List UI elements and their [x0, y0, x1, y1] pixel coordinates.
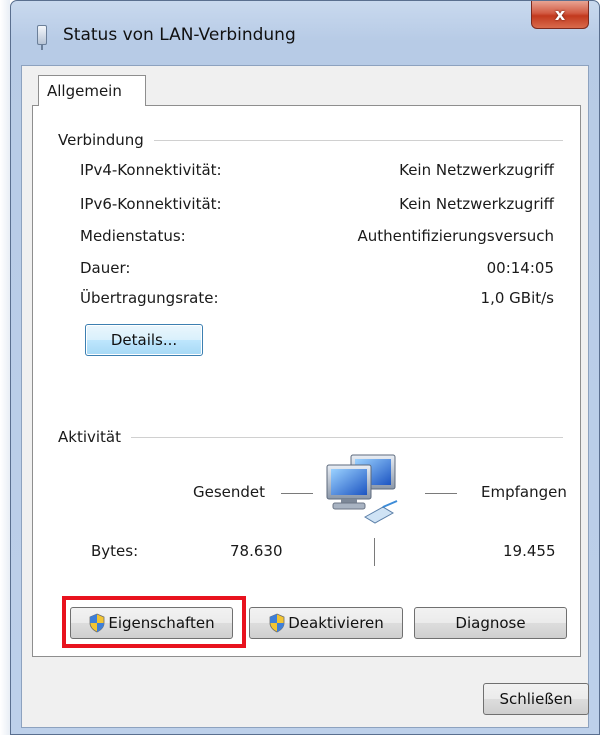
disable-button-label: Deaktivieren	[288, 614, 384, 632]
bytes-received-value: 19.455	[503, 542, 556, 560]
close-window-button[interactable]: x	[531, 1, 589, 29]
tab-allgemein[interactable]: Allgemein	[38, 75, 146, 106]
close-button[interactable]: Schließen	[483, 683, 589, 715]
speed-value: 1,0 GBit/s	[480, 289, 554, 307]
disable-button[interactable]: Deaktivieren	[249, 607, 403, 639]
properties-button[interactable]: Eigenschaften	[70, 607, 233, 639]
media-status-value: Authentifizierungsversuch	[357, 227, 554, 245]
bytes-divider	[374, 538, 375, 566]
diagnose-button[interactable]: Diagnose	[414, 607, 567, 639]
window-title: Status von LAN-Verbindung	[63, 25, 296, 45]
ipv6-label: IPv6-Konnektivität:	[80, 195, 222, 213]
sent-connector-line	[281, 493, 313, 494]
ipv4-label: IPv4-Konnektivität:	[80, 161, 222, 179]
dialog-window: Status von LAN-Verbindung x Allgemein Ve…	[10, 0, 600, 735]
bytes-sent-value: 78.630	[230, 542, 283, 560]
tab-panel-allgemein: Verbindung IPv4-Konnektivität: Kein Netz…	[32, 105, 581, 657]
title-bar[interactable]: Status von LAN-Verbindung x	[11, 1, 599, 71]
duration-value: 00:14:05	[486, 259, 554, 277]
group-title-aktivitaet: Aktivität	[58, 428, 131, 446]
bytes-label: Bytes:	[91, 542, 139, 560]
ipv4-value: Kein Netzwerkzugriff	[399, 161, 554, 179]
uac-shield-icon	[89, 613, 105, 633]
duration-label: Dauer:	[80, 259, 131, 277]
details-button[interactable]: Details...	[85, 324, 203, 356]
group-title-verbindung: Verbindung	[58, 131, 154, 149]
ipv6-value: Kein Netzwerkzugriff	[399, 195, 554, 213]
received-label: Empfangen	[481, 483, 567, 501]
properties-button-label: Eigenschaften	[108, 614, 215, 632]
media-status-label: Medienstatus:	[80, 227, 186, 245]
speed-label: Übertragungsrate:	[80, 289, 219, 307]
background-edge	[0, 0, 10, 735]
group-divider-aktivitaet	[63, 437, 563, 438]
network-computers-icon	[326, 454, 398, 524]
sent-label: Gesendet	[193, 483, 266, 501]
tab-label: Allgemein	[47, 82, 122, 100]
uac-shield-icon	[269, 613, 285, 633]
network-adapter-icon	[37, 25, 47, 50]
received-connector-line	[425, 493, 457, 494]
